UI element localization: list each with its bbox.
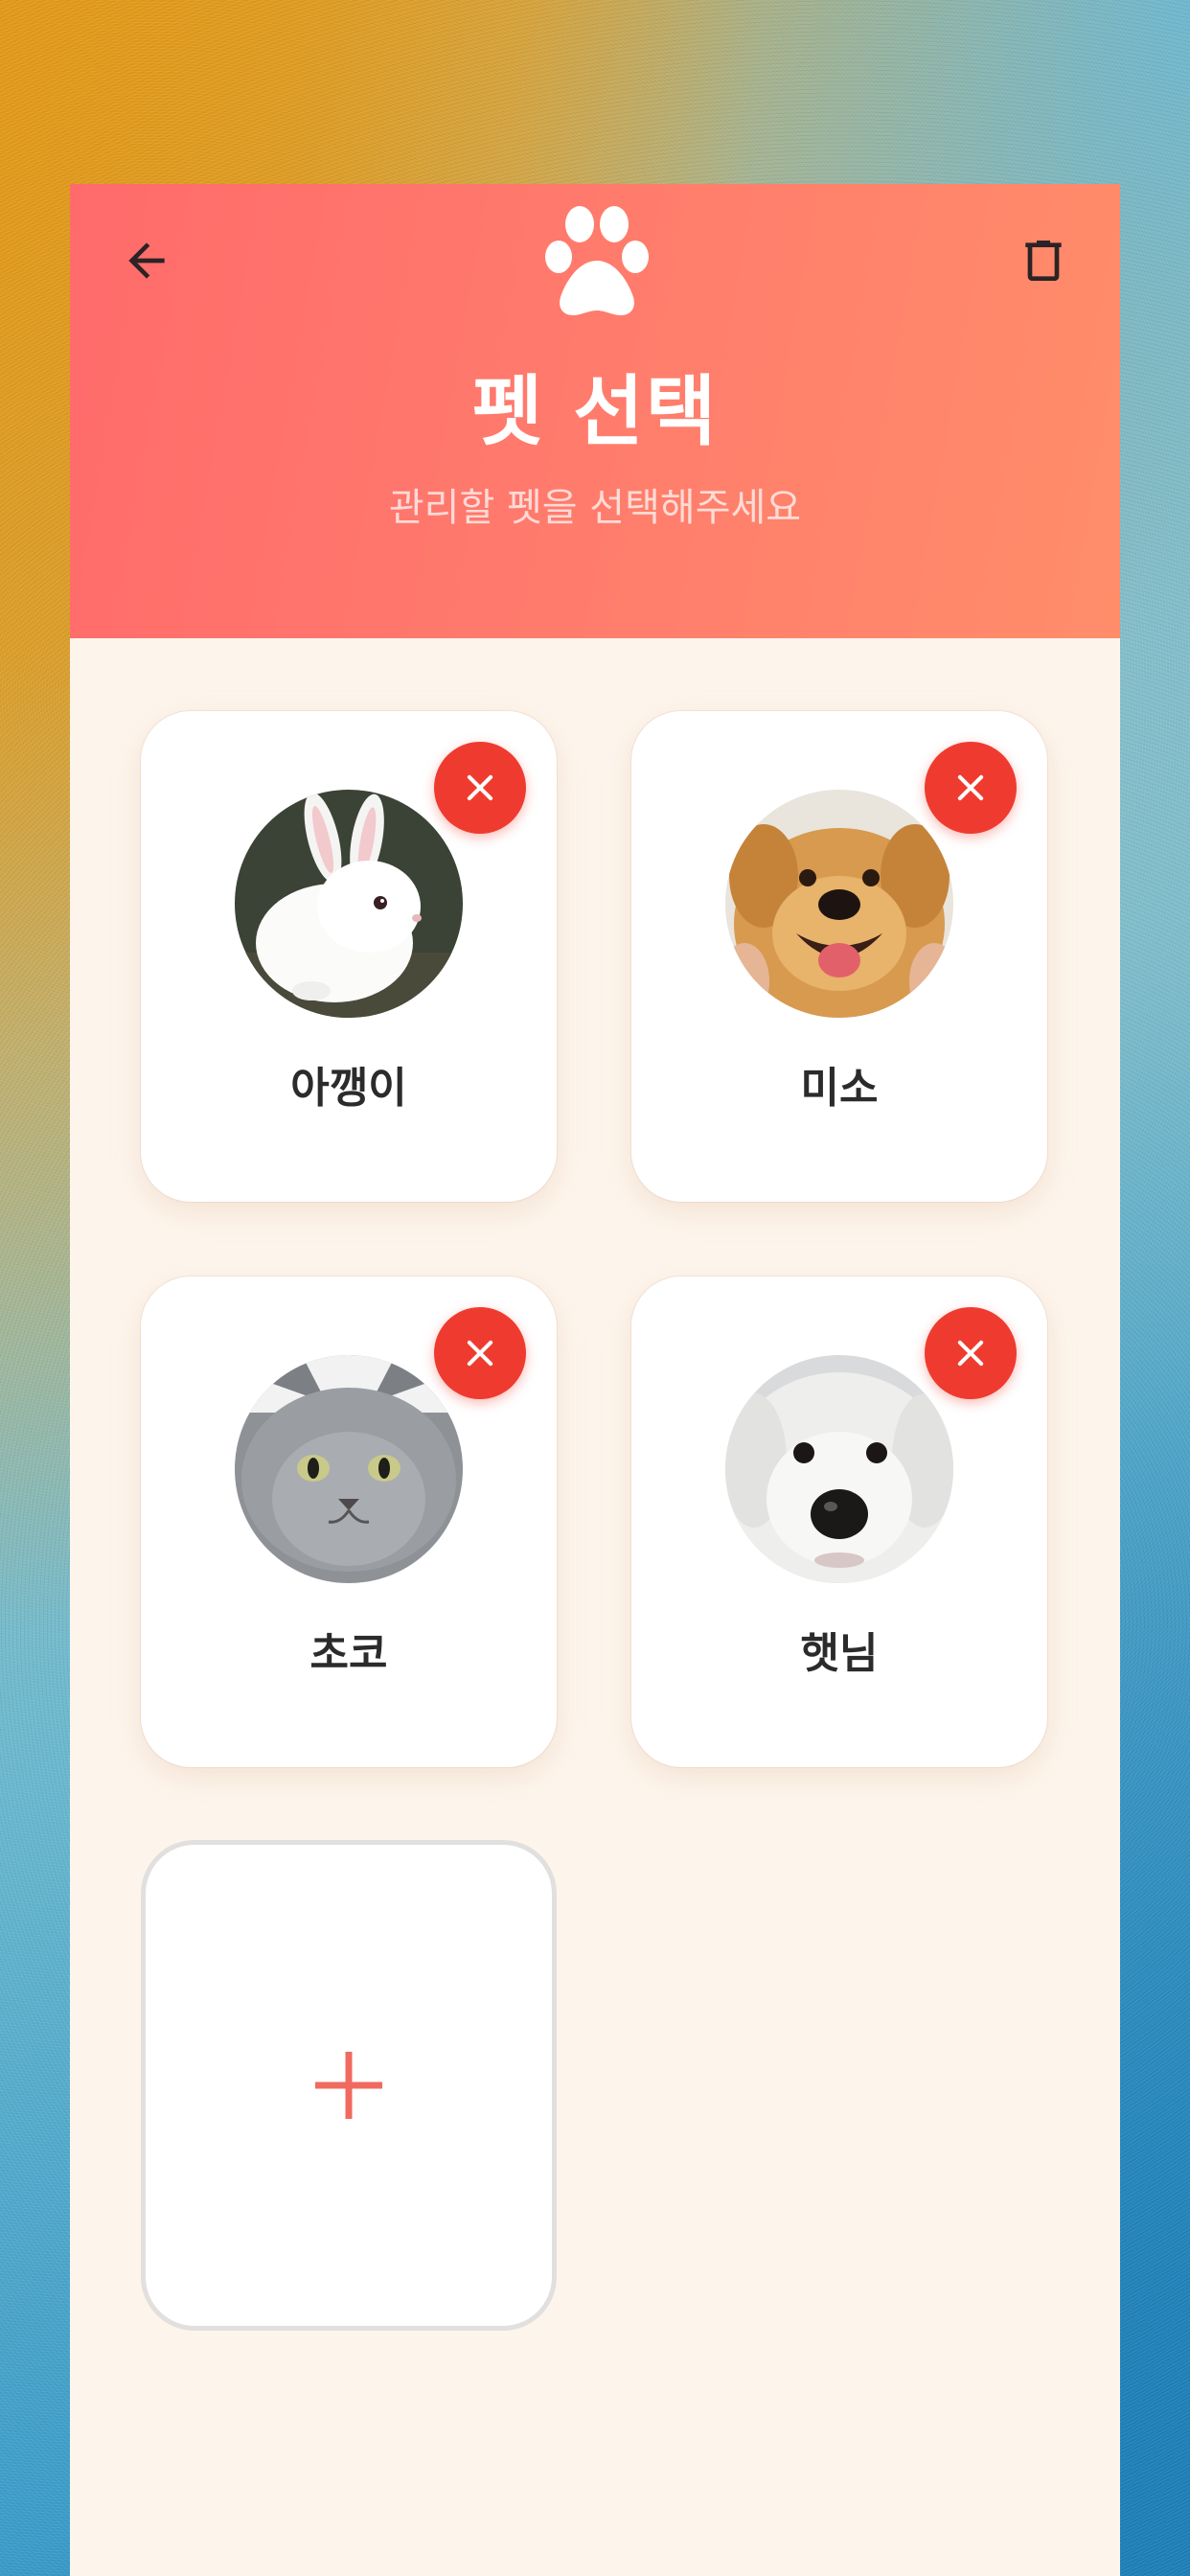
pet-select-screen: 펫 선택 관리할 펫을 선택해주세요 아깽이 미소 초코 햇님 — [70, 184, 1120, 2576]
pet-name: 초코 — [309, 1629, 388, 1678]
pet-avatar — [725, 790, 953, 1018]
add-pet-button[interactable] — [141, 1840, 557, 2331]
page-title: 펫 선택 — [471, 367, 719, 456]
arrow-left-icon — [128, 242, 165, 279]
trash-icon — [1025, 241, 1062, 281]
pet-avatar — [235, 1355, 463, 1583]
header: 펫 선택 관리할 펫을 선택해주세요 — [70, 184, 1120, 638]
pet-card[interactable]: 미소 — [631, 711, 1047, 1202]
back-button[interactable] — [108, 222, 185, 299]
pet-avatar — [235, 790, 463, 1018]
close-icon — [957, 1340, 984, 1367]
plus-icon — [315, 2052, 382, 2119]
pet-avatar — [725, 1355, 953, 1583]
pet-card[interactable]: 햇님 — [631, 1276, 1047, 1767]
remove-pet-button[interactable] — [434, 742, 526, 834]
pet-name: 미소 — [800, 1064, 879, 1113]
close-icon — [467, 774, 493, 801]
close-icon — [467, 1340, 493, 1367]
pet-card[interactable]: 아깽이 — [141, 711, 557, 1202]
page-subtitle: 관리할 펫을 선택해주세요 — [388, 486, 802, 530]
pet-card[interactable]: 초코 — [141, 1276, 557, 1767]
pet-name: 햇님 — [800, 1629, 879, 1678]
remove-pet-button[interactable] — [925, 742, 1017, 834]
remove-pet-button[interactable] — [434, 1307, 526, 1399]
paw-icon — [545, 206, 649, 316]
remove-pet-button[interactable] — [925, 1307, 1017, 1399]
close-icon — [957, 774, 984, 801]
pet-name: 아깽이 — [290, 1064, 407, 1113]
delete-button[interactable] — [1005, 222, 1082, 299]
